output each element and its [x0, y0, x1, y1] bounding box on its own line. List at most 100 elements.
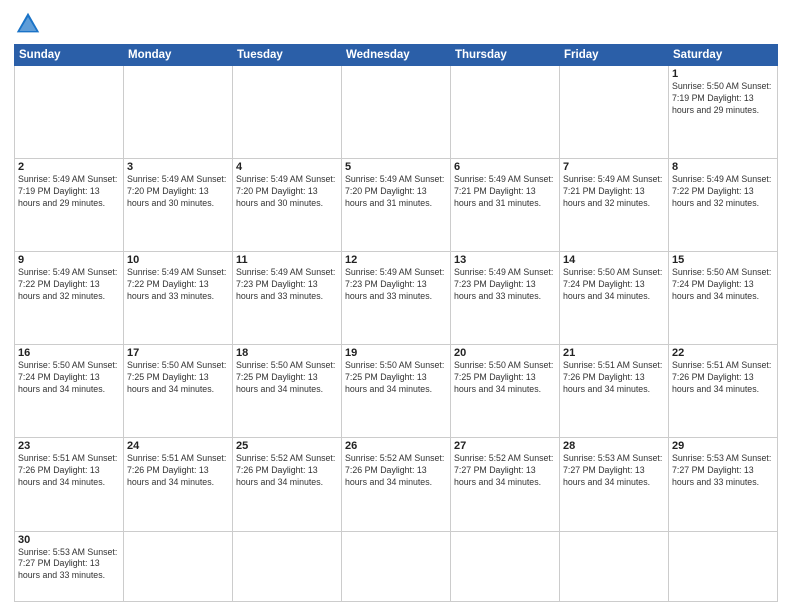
weekday-header-friday: Friday: [560, 45, 669, 66]
day-number: 12: [345, 254, 447, 266]
calendar-cell: 11Sunrise: 5:49 AM Sunset: 7:23 PM Dayli…: [233, 252, 342, 345]
day-info: Sunrise: 5:49 AM Sunset: 7:22 PM Dayligh…: [127, 267, 229, 303]
day-number: 7: [563, 161, 665, 173]
calendar-cell: [124, 531, 233, 601]
calendar-cell: [342, 66, 451, 159]
calendar-cell: [451, 66, 560, 159]
calendar-cell: 19Sunrise: 5:50 AM Sunset: 7:25 PM Dayli…: [342, 345, 451, 438]
calendar-cell: 10Sunrise: 5:49 AM Sunset: 7:22 PM Dayli…: [124, 252, 233, 345]
day-number: 22: [672, 347, 774, 359]
day-info: Sunrise: 5:51 AM Sunset: 7:26 PM Dayligh…: [672, 360, 774, 396]
weekday-header-tuesday: Tuesday: [233, 45, 342, 66]
calendar-cell: [233, 66, 342, 159]
weekday-header-sunday: Sunday: [15, 45, 124, 66]
day-info: Sunrise: 5:50 AM Sunset: 7:19 PM Dayligh…: [672, 81, 774, 117]
calendar-cell: 28Sunrise: 5:53 AM Sunset: 7:27 PM Dayli…: [560, 438, 669, 531]
calendar-cell: [669, 531, 778, 601]
calendar-cell: 26Sunrise: 5:52 AM Sunset: 7:26 PM Dayli…: [342, 438, 451, 531]
calendar-cell: 4Sunrise: 5:49 AM Sunset: 7:20 PM Daylig…: [233, 159, 342, 252]
day-number: 14: [563, 254, 665, 266]
calendar-header-row: SundayMondayTuesdayWednesdayThursdayFrid…: [15, 45, 778, 66]
calendar-cell: 9Sunrise: 5:49 AM Sunset: 7:22 PM Daylig…: [15, 252, 124, 345]
day-number: 9: [18, 254, 120, 266]
calendar-cell: 17Sunrise: 5:50 AM Sunset: 7:25 PM Dayli…: [124, 345, 233, 438]
day-number: 5: [345, 161, 447, 173]
header: [14, 10, 778, 38]
calendar-cell: 18Sunrise: 5:50 AM Sunset: 7:25 PM Dayli…: [233, 345, 342, 438]
weekday-header-saturday: Saturday: [669, 45, 778, 66]
day-number: 8: [672, 161, 774, 173]
calendar-cell: 24Sunrise: 5:51 AM Sunset: 7:26 PM Dayli…: [124, 438, 233, 531]
day-number: 20: [454, 347, 556, 359]
calendar-cell: 8Sunrise: 5:49 AM Sunset: 7:22 PM Daylig…: [669, 159, 778, 252]
calendar-week-1: 1Sunrise: 5:50 AM Sunset: 7:19 PM Daylig…: [15, 66, 778, 159]
calendar-cell: [124, 66, 233, 159]
calendar-week-5: 23Sunrise: 5:51 AM Sunset: 7:26 PM Dayli…: [15, 438, 778, 531]
day-info: Sunrise: 5:50 AM Sunset: 7:25 PM Dayligh…: [127, 360, 229, 396]
day-number: 10: [127, 254, 229, 266]
weekday-header-thursday: Thursday: [451, 45, 560, 66]
calendar-cell: [342, 531, 451, 601]
day-info: Sunrise: 5:49 AM Sunset: 7:23 PM Dayligh…: [236, 267, 338, 303]
calendar-cell: 6Sunrise: 5:49 AM Sunset: 7:21 PM Daylig…: [451, 159, 560, 252]
day-info: Sunrise: 5:49 AM Sunset: 7:22 PM Dayligh…: [18, 267, 120, 303]
calendar-cell: 27Sunrise: 5:52 AM Sunset: 7:27 PM Dayli…: [451, 438, 560, 531]
calendar-cell: 3Sunrise: 5:49 AM Sunset: 7:20 PM Daylig…: [124, 159, 233, 252]
day-info: Sunrise: 5:50 AM Sunset: 7:24 PM Dayligh…: [18, 360, 120, 396]
calendar-week-3: 9Sunrise: 5:49 AM Sunset: 7:22 PM Daylig…: [15, 252, 778, 345]
general-blue-icon: [14, 10, 42, 38]
calendar-cell: 25Sunrise: 5:52 AM Sunset: 7:26 PM Dayli…: [233, 438, 342, 531]
calendar-cell: 22Sunrise: 5:51 AM Sunset: 7:26 PM Dayli…: [669, 345, 778, 438]
calendar-cell: 21Sunrise: 5:51 AM Sunset: 7:26 PM Dayli…: [560, 345, 669, 438]
calendar-cell: 20Sunrise: 5:50 AM Sunset: 7:25 PM Dayli…: [451, 345, 560, 438]
day-number: 26: [345, 440, 447, 452]
calendar-cell: 23Sunrise: 5:51 AM Sunset: 7:26 PM Dayli…: [15, 438, 124, 531]
day-number: 27: [454, 440, 556, 452]
day-info: Sunrise: 5:53 AM Sunset: 7:27 PM Dayligh…: [672, 453, 774, 489]
day-info: Sunrise: 5:50 AM Sunset: 7:25 PM Dayligh…: [345, 360, 447, 396]
day-number: 3: [127, 161, 229, 173]
logo: [14, 10, 46, 38]
calendar-cell: 15Sunrise: 5:50 AM Sunset: 7:24 PM Dayli…: [669, 252, 778, 345]
calendar-cell: 16Sunrise: 5:50 AM Sunset: 7:24 PM Dayli…: [15, 345, 124, 438]
calendar-cell: [560, 66, 669, 159]
day-info: Sunrise: 5:49 AM Sunset: 7:22 PM Dayligh…: [672, 174, 774, 210]
calendar-table: SundayMondayTuesdayWednesdayThursdayFrid…: [14, 44, 778, 602]
day-number: 24: [127, 440, 229, 452]
calendar-week-2: 2Sunrise: 5:49 AM Sunset: 7:19 PM Daylig…: [15, 159, 778, 252]
day-info: Sunrise: 5:51 AM Sunset: 7:26 PM Dayligh…: [127, 453, 229, 489]
calendar-cell: 29Sunrise: 5:53 AM Sunset: 7:27 PM Dayli…: [669, 438, 778, 531]
day-number: 2: [18, 161, 120, 173]
day-number: 1: [672, 68, 774, 80]
weekday-header-monday: Monday: [124, 45, 233, 66]
day-info: Sunrise: 5:50 AM Sunset: 7:25 PM Dayligh…: [454, 360, 556, 396]
day-info: Sunrise: 5:50 AM Sunset: 7:24 PM Dayligh…: [563, 267, 665, 303]
calendar-cell: 12Sunrise: 5:49 AM Sunset: 7:23 PM Dayli…: [342, 252, 451, 345]
day-number: 4: [236, 161, 338, 173]
day-info: Sunrise: 5:49 AM Sunset: 7:23 PM Dayligh…: [454, 267, 556, 303]
day-info: Sunrise: 5:52 AM Sunset: 7:26 PM Dayligh…: [236, 453, 338, 489]
day-info: Sunrise: 5:49 AM Sunset: 7:21 PM Dayligh…: [454, 174, 556, 210]
day-number: 19: [345, 347, 447, 359]
day-info: Sunrise: 5:53 AM Sunset: 7:27 PM Dayligh…: [18, 547, 120, 583]
calendar-cell: 2Sunrise: 5:49 AM Sunset: 7:19 PM Daylig…: [15, 159, 124, 252]
day-info: Sunrise: 5:51 AM Sunset: 7:26 PM Dayligh…: [18, 453, 120, 489]
calendar-cell: [233, 531, 342, 601]
day-number: 25: [236, 440, 338, 452]
calendar-cell: 30Sunrise: 5:53 AM Sunset: 7:27 PM Dayli…: [15, 531, 124, 601]
day-info: Sunrise: 5:50 AM Sunset: 7:24 PM Dayligh…: [672, 267, 774, 303]
calendar-cell: 5Sunrise: 5:49 AM Sunset: 7:20 PM Daylig…: [342, 159, 451, 252]
day-info: Sunrise: 5:49 AM Sunset: 7:21 PM Dayligh…: [563, 174, 665, 210]
day-number: 23: [18, 440, 120, 452]
calendar-cell: [451, 531, 560, 601]
calendar-cell: 7Sunrise: 5:49 AM Sunset: 7:21 PM Daylig…: [560, 159, 669, 252]
day-info: Sunrise: 5:51 AM Sunset: 7:26 PM Dayligh…: [563, 360, 665, 396]
day-number: 29: [672, 440, 774, 452]
calendar-week-6: 30Sunrise: 5:53 AM Sunset: 7:27 PM Dayli…: [15, 531, 778, 601]
day-info: Sunrise: 5:53 AM Sunset: 7:27 PM Dayligh…: [563, 453, 665, 489]
day-info: Sunrise: 5:49 AM Sunset: 7:23 PM Dayligh…: [345, 267, 447, 303]
day-number: 15: [672, 254, 774, 266]
calendar-cell: 13Sunrise: 5:49 AM Sunset: 7:23 PM Dayli…: [451, 252, 560, 345]
calendar-cell: [560, 531, 669, 601]
day-info: Sunrise: 5:52 AM Sunset: 7:26 PM Dayligh…: [345, 453, 447, 489]
